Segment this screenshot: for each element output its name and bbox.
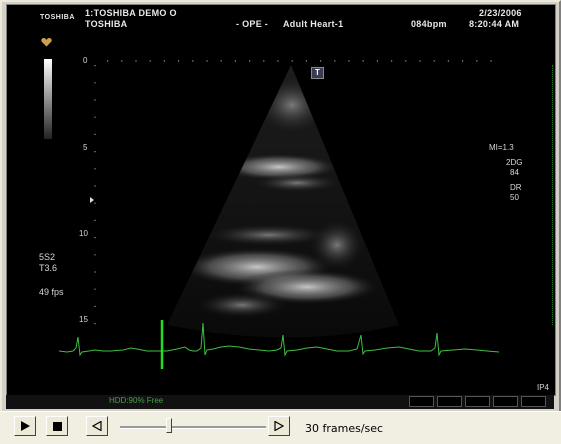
mode-2d-label: 2DG [506,158,523,167]
play-icon [21,421,30,431]
right-guide-line [552,65,553,325]
ultrasound-screen: TOSHIBA 1:TOSHIBA DEMO O TOSHIBA - OPE -… [6,4,556,396]
step-forward-icon [274,421,284,431]
dr-value: 50 [510,193,519,202]
step-forward-button[interactable] [268,416,290,436]
step-back-icon [92,421,102,431]
slot-3[interactable] [465,396,490,407]
speed-slider-track[interactable] [120,426,266,429]
step-back-button[interactable] [86,416,108,436]
transducer-marker: T [311,67,324,79]
depth-label-0: 0 [83,56,88,65]
playback-controls: 30 frames/sec [0,411,561,444]
speed-slider-thumb[interactable] [166,418,172,433]
stop-button[interactable] [46,416,68,436]
speed-label: 30 frames/sec [305,422,384,435]
probe-label: 5S2 [39,252,56,262]
hdd-status: HDD:90% Free [109,396,164,405]
depth-label-15: 15 [79,315,88,324]
mi-label: MI=1.3 [489,143,514,152]
slot-5[interactable] [521,396,546,407]
frame-rate-label: 49 fps [39,287,64,297]
slot-4[interactable] [493,396,518,407]
play-button[interactable] [14,416,36,436]
tis-label: T3.6 [39,263,58,273]
slot-2[interactable] [437,396,462,407]
gain-2d-value: 84 [510,168,519,177]
ip-label: IP4 [537,383,550,392]
depth-label-10: 10 [79,229,88,238]
status-strip: HDD:90% Free [6,395,554,409]
sector-image [58,60,500,369]
slot-1[interactable] [409,396,434,407]
dr-label: DR [510,183,522,192]
stop-icon [52,421,62,431]
depth-label-5: 5 [83,143,88,152]
